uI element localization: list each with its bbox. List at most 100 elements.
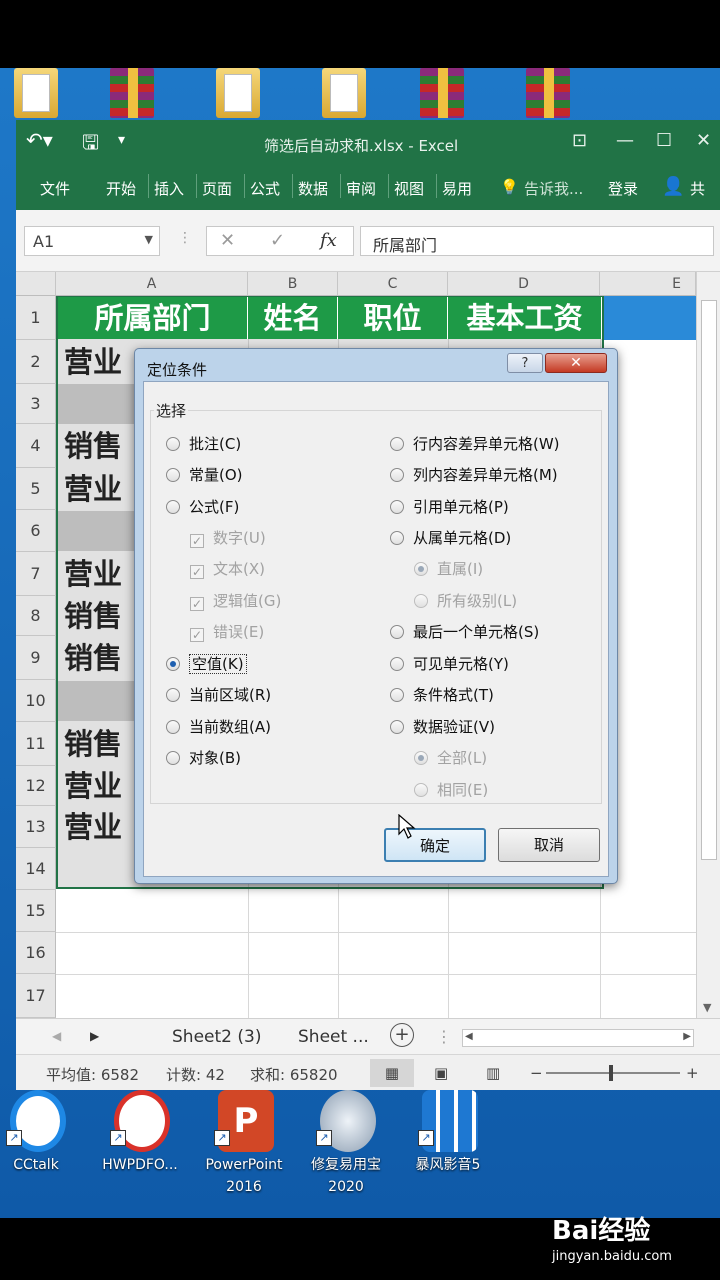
option-last-cell[interactable]: 最后一个单元格(S) xyxy=(390,622,539,642)
ribbon-display-icon[interactable]: ⊡ xyxy=(572,130,587,151)
minimize-button[interactable]: — xyxy=(616,130,634,151)
sheet-tab[interactable]: Sheet2 (3) xyxy=(172,1027,261,1047)
scroll-down-icon[interactable]: ▼ xyxy=(703,1001,711,1014)
insert-function-icon[interactable]: fx xyxy=(320,230,337,251)
tab-easy-use[interactable]: 易用 xyxy=(442,178,472,199)
cell-a9[interactable]: 销售 xyxy=(58,638,144,678)
row-header[interactable]: 15 xyxy=(16,890,56,932)
cell-a4[interactable]: 销售 xyxy=(58,426,144,466)
option-visible-cells[interactable]: 可见单元格(Y) xyxy=(390,654,509,674)
shortcut-cctalk[interactable]: ↗ CCtalk xyxy=(0,1090,86,1200)
folder-icon[interactable] xyxy=(216,68,260,118)
cell-a13[interactable]: 营业 xyxy=(58,807,144,847)
normal-view-icon[interactable]: ▦ xyxy=(370,1059,414,1087)
option-constants[interactable]: 常量(O) xyxy=(166,465,243,485)
cell-a12[interactable]: 营业 xyxy=(58,766,144,806)
horizontal-scrollbar[interactable]: ◀ ▶ xyxy=(462,1029,694,1047)
maximize-button[interactable]: ☐ xyxy=(656,130,672,151)
archive-icon[interactable] xyxy=(110,68,154,118)
option-row-differences[interactable]: 行内容差异单元格(W) xyxy=(390,434,560,454)
option-comments[interactable]: 批注(C) xyxy=(166,434,241,454)
column-header-d[interactable]: D xyxy=(448,272,600,296)
zoom-out-icon[interactable]: − xyxy=(530,1064,543,1082)
scrollbar-thumb[interactable] xyxy=(701,300,717,860)
zoom-slider-thumb[interactable] xyxy=(609,1065,613,1081)
option-column-differences[interactable]: 列内容差异单元格(M) xyxy=(390,465,558,485)
row-header[interactable]: 6 xyxy=(16,510,56,552)
folder-icon[interactable] xyxy=(322,68,366,118)
row-header[interactable]: 10 xyxy=(16,680,56,722)
cell-e1[interactable] xyxy=(604,296,696,340)
column-header-a[interactable]: A xyxy=(56,272,248,296)
tab-scroll-left-icon[interactable]: ◀ xyxy=(52,1029,61,1043)
tab-page-layout[interactable]: 页面 xyxy=(202,178,232,199)
tab-insert[interactable]: 插入 xyxy=(154,178,184,199)
row-header[interactable]: 1 xyxy=(16,296,56,340)
cell-a3[interactable] xyxy=(58,384,144,424)
cancel-button[interactable]: 取消 xyxy=(498,828,600,862)
cell-c1[interactable]: 职位 xyxy=(338,297,448,339)
formula-input[interactable]: 所属部门 xyxy=(360,226,714,256)
share-button[interactable]: 共 xyxy=(690,178,705,199)
scroll-left-icon[interactable]: ◀ xyxy=(465,1031,473,1042)
option-current-region[interactable]: 当前区域(R) xyxy=(166,685,271,705)
option-formulas[interactable]: 公式(F) xyxy=(166,497,239,517)
sheet-tab[interactable]: Sheet ... xyxy=(298,1027,369,1047)
row-header[interactable]: 9 xyxy=(16,636,56,680)
row-header[interactable]: 17 xyxy=(16,974,56,1018)
name-box[interactable]: A1 ▼ xyxy=(24,226,160,256)
row-header[interactable]: 14 xyxy=(16,848,56,890)
chevron-down-icon[interactable]: ▼ xyxy=(145,233,153,246)
cell-a1[interactable]: 所属部门 xyxy=(58,297,248,339)
login-button[interactable]: 登录 xyxy=(608,178,638,199)
dialog-close-button[interactable]: ✕ xyxy=(545,353,607,373)
vertical-scrollbar[interactable]: ▼ xyxy=(696,272,720,1018)
shortcut-storm-player[interactable]: ↗ 暴风影音5 xyxy=(398,1090,498,1200)
cell-a8[interactable]: 销售 xyxy=(58,596,144,636)
archive-icon[interactable] xyxy=(420,68,464,118)
close-button[interactable]: ✕ xyxy=(696,130,711,151)
cell-a11[interactable]: 销售 xyxy=(58,724,144,764)
cell-a7[interactable]: 营业 xyxy=(58,554,144,594)
cancel-icon[interactable]: ✕ xyxy=(220,230,235,251)
row-header[interactable]: 2 xyxy=(16,340,56,384)
cell-a10[interactable] xyxy=(58,681,144,721)
tab-home[interactable]: 开始 xyxy=(106,178,136,199)
tell-me-box[interactable]: 告诉我... xyxy=(524,178,583,199)
undo-icon[interactable]: ↶▾ xyxy=(26,128,53,152)
archive-icon[interactable] xyxy=(526,68,570,118)
enter-icon[interactable]: ✓ xyxy=(270,230,285,251)
row-header[interactable]: 5 xyxy=(16,468,56,510)
option-blanks[interactable]: 空值(K) xyxy=(166,654,247,674)
cell-a5[interactable]: 营业 xyxy=(58,469,144,509)
tab-formulas[interactable]: 公式 xyxy=(250,178,280,199)
column-header-c[interactable]: C xyxy=(338,272,448,296)
row-header[interactable]: 3 xyxy=(16,384,56,424)
page-break-view-icon[interactable]: ▥ xyxy=(486,1064,500,1082)
tab-view[interactable]: 视图 xyxy=(394,178,424,199)
tab-review[interactable]: 审阅 xyxy=(346,178,376,199)
customize-qat-icon[interactable]: ▾ xyxy=(118,132,125,148)
scroll-right-icon[interactable]: ▶ xyxy=(683,1031,691,1042)
shortcut-powerpoint[interactable]: P ↗ PowerPoint 2016 xyxy=(194,1090,294,1200)
lightbulb-icon[interactable]: 💡 xyxy=(500,178,519,196)
option-conditional-formats[interactable]: 条件格式(T) xyxy=(390,685,494,705)
cell-d1[interactable]: 基本工资 xyxy=(448,297,602,339)
column-header-b[interactable]: B xyxy=(248,272,338,296)
cell-b1[interactable]: 姓名 xyxy=(248,297,338,339)
column-header-e[interactable]: E xyxy=(600,272,696,296)
row-header[interactable]: 13 xyxy=(16,806,56,848)
cell-a2[interactable]: 营业 xyxy=(58,342,144,382)
row-header[interactable]: 4 xyxy=(16,424,56,468)
page-layout-view-icon[interactable]: ▣ xyxy=(434,1064,448,1082)
shortcut-repair-tool[interactable]: ↗ 修复易用宝 2020 xyxy=(296,1090,396,1200)
row-header[interactable]: 16 xyxy=(16,932,56,974)
row-header[interactable]: 12 xyxy=(16,766,56,806)
tab-file[interactable]: 文件 xyxy=(40,178,70,199)
zoom-slider[interactable] xyxy=(546,1072,680,1074)
row-header[interactable]: 7 xyxy=(16,552,56,596)
option-dependents[interactable]: 从属单元格(D) xyxy=(390,528,511,548)
option-current-array[interactable]: 当前数组(A) xyxy=(166,717,271,737)
user-icon[interactable]: 👤 xyxy=(662,176,684,197)
option-objects[interactable]: 对象(B) xyxy=(166,748,241,768)
